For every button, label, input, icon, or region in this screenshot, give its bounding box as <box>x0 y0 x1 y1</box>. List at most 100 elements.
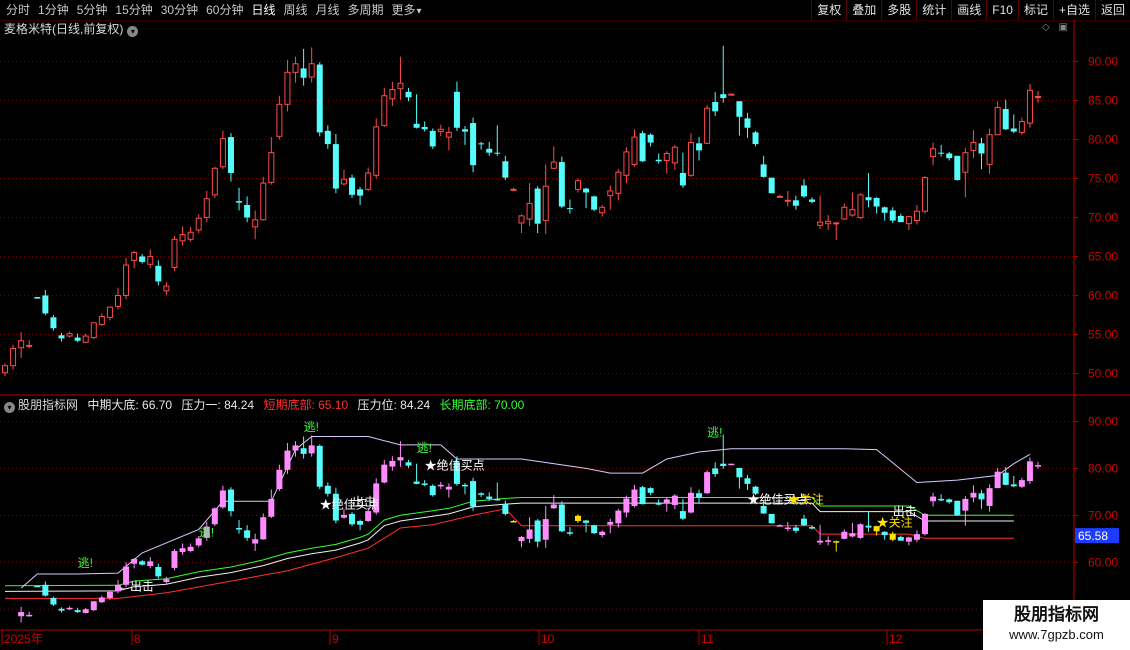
exit-label: 出击 <box>893 504 917 518</box>
candle-up <box>18 340 25 349</box>
candle-up <box>550 161 557 169</box>
candle-down <box>679 172 686 186</box>
candle-down <box>50 317 57 329</box>
date-label: 12 <box>889 632 903 646</box>
pressure-value: 压力位: 84.24 <box>357 398 431 412</box>
indicator-candle-body <box>800 518 807 526</box>
candle-up <box>260 182 267 221</box>
indicator-candle-body <box>236 528 243 530</box>
escape-label: 逃! <box>304 420 319 434</box>
indicator-candle-body <box>897 536 904 541</box>
candle-down <box>357 189 364 196</box>
chevron-down-icon[interactable]: ▾ <box>4 402 15 413</box>
indicator-candle-body <box>437 484 444 487</box>
candle-down <box>946 153 953 159</box>
candle-up <box>663 152 670 161</box>
candle-down <box>639 133 646 162</box>
candle-down <box>227 137 234 173</box>
indicator-candle-body <box>227 489 234 512</box>
indicator-candle-body <box>252 539 259 544</box>
candle-up <box>671 146 678 164</box>
stock-title[interactable]: 麦格米特(日线,前复权) ▾ <box>4 22 139 37</box>
candle-up <box>276 103 283 137</box>
candle-up <box>849 209 856 216</box>
indicator-candle-body <box>833 541 840 543</box>
candle-down <box>655 159 662 162</box>
candle-up <box>66 333 73 337</box>
indicator-candle-body <box>58 608 65 611</box>
candle-up <box>1026 89 1033 124</box>
candle-down <box>760 164 767 177</box>
indicator-candle-body <box>478 493 485 495</box>
indicator-candle-body <box>131 559 138 564</box>
indicator-candle-body <box>486 496 493 499</box>
indicator-tick-label: 70.00 <box>1088 508 1118 522</box>
indicator-candle-body <box>244 530 251 538</box>
date-label: 8 <box>134 632 141 646</box>
candle-up <box>776 195 783 198</box>
indicator-candle-body <box>881 531 888 536</box>
candle-down <box>349 177 356 195</box>
mid-bottom-value: 中期大底: 66.70 <box>87 398 173 412</box>
candle-up <box>179 234 186 242</box>
exit-label: 出击 <box>352 495 376 509</box>
watermark-url: www.7gpzb.com <box>1009 627 1104 642</box>
indicator-candle-body <box>671 495 678 506</box>
indicator-candle-body <box>696 493 703 498</box>
indicator-candle-body <box>986 488 993 506</box>
candle-down <box>889 210 896 221</box>
candle-up <box>365 172 372 190</box>
candle-down <box>42 295 49 314</box>
candle-down <box>954 155 961 180</box>
candle-down <box>405 91 412 98</box>
candle-up <box>219 138 226 168</box>
indicator-candle-body <box>139 561 146 565</box>
diamond-icon[interactable]: ◇ <box>1042 22 1050 33</box>
candle-down <box>236 201 243 203</box>
candle-down <box>792 200 799 206</box>
stock-title-label: 麦格米特(日线,前复权) <box>4 22 124 36</box>
price-tick-label: 55.00 <box>1088 327 1118 341</box>
indicator-candle-body <box>284 450 291 470</box>
indicator-name[interactable]: 股朋指标网 <box>18 398 78 412</box>
indicator-candle-body <box>429 485 436 496</box>
indicator-candle-body <box>946 499 953 503</box>
indicator-candle-body <box>599 531 606 536</box>
candle-up <box>26 344 33 347</box>
indicator-candle-body <box>292 445 299 451</box>
date-label: 2025年 <box>4 632 43 646</box>
indicator-candle-body <box>679 511 686 519</box>
price-tick-label: 75.00 <box>1088 171 1118 185</box>
indicator-candle-body <box>687 492 694 513</box>
indicator-candle-body <box>1018 480 1025 487</box>
indicator-candle-body <box>300 448 307 454</box>
escape-label: 逃! <box>78 556 93 570</box>
candle-up <box>728 93 735 96</box>
candle-up <box>994 106 1001 136</box>
candle-down <box>58 335 65 339</box>
price-tick-label: 60.00 <box>1088 288 1118 302</box>
candle-down <box>470 123 477 166</box>
candle-up <box>542 185 549 222</box>
indicator-candle-body <box>179 548 186 552</box>
indicator-candle-body <box>98 597 105 603</box>
indicator-candle-body <box>704 472 711 494</box>
indicator-candle-body <box>34 585 41 588</box>
candle-down <box>696 143 703 151</box>
expand-icon[interactable]: ▣ <box>1058 22 1067 33</box>
axis-labels: 90.00 85.00 80.00 75.00 70.00 65.00 60.00 55.00… <box>1 54 1119 646</box>
candle-up <box>10 348 17 367</box>
indicator-candle-body <box>583 520 590 523</box>
watermark-title: 股朋指标网 <box>1014 605 1099 624</box>
best-buy-label: ★绝佳买点 <box>425 457 485 472</box>
candle-up <box>163 285 170 292</box>
indicator-candle-body <box>913 534 920 540</box>
chevron-down-icon[interactable]: ▾ <box>127 26 139 37</box>
indicator-candle-body <box>18 612 25 617</box>
kline-chart[interactable]: 逃!←出击逃!逃!★绝佳买点出击逃!★绝佳买点逃!★绝佳买点★关注★关注出击 9… <box>0 0 1130 650</box>
indicator-candle-body <box>171 551 178 568</box>
date-label: 10 <box>541 632 555 646</box>
indicator-legend: ▾ 股朋指标网 中期大底: 66.70 压力一: 84.24 短期底部: 65.1… <box>4 398 530 413</box>
indicator-candle-body <box>413 481 420 484</box>
price-tick-label: 50.00 <box>1088 366 1118 380</box>
